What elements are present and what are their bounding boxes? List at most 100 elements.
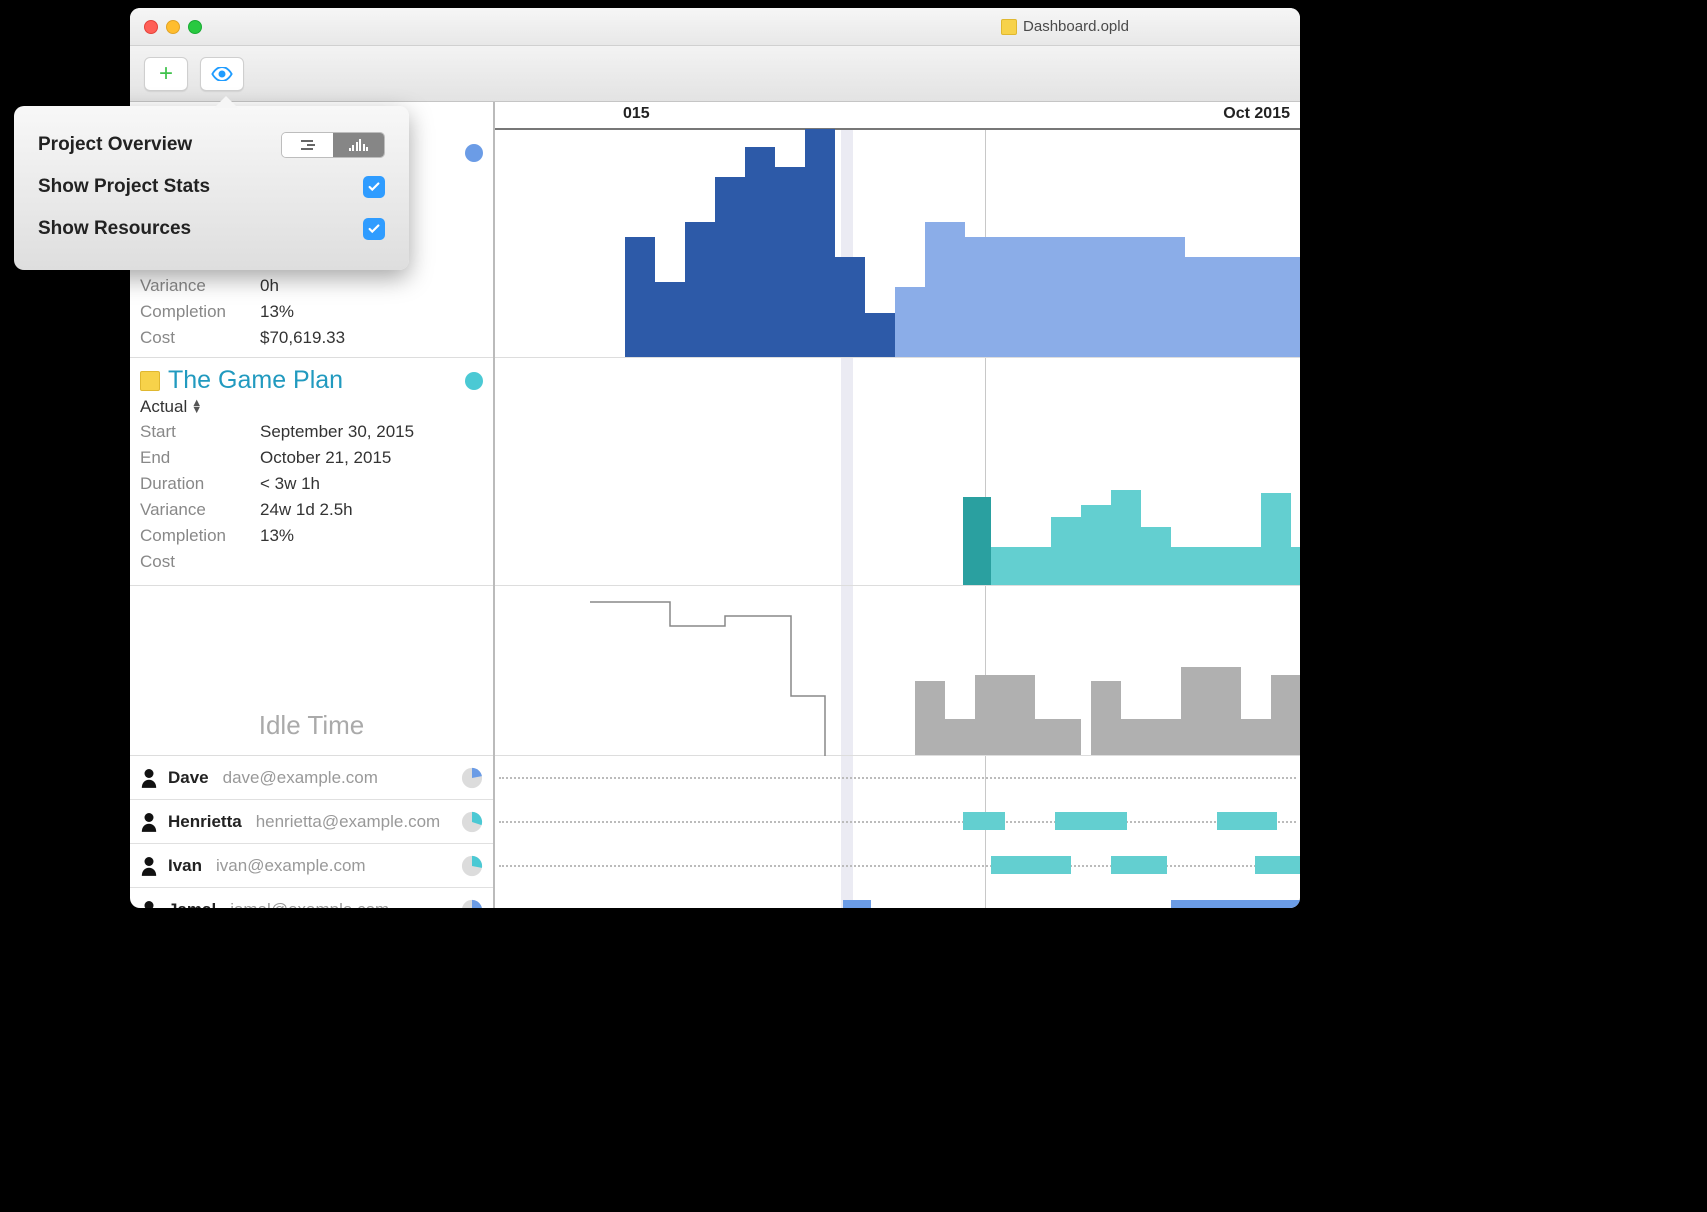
- mode-selector[interactable]: Actual ▲▼: [140, 397, 485, 417]
- popover-row-overview: Project Overview: [38, 124, 385, 166]
- chart-project-2: [495, 358, 1300, 586]
- person-icon: [140, 768, 158, 788]
- window-controls: [144, 20, 202, 34]
- resource-name: Henrietta: [168, 812, 242, 832]
- assignment-segment: [1217, 812, 1277, 830]
- overview-label: Project Overview: [38, 134, 192, 156]
- assignment-segment: [1255, 856, 1300, 874]
- plus-icon: +: [159, 62, 173, 86]
- resource-name: Jamal: [168, 900, 216, 909]
- idle-bar: [1121, 719, 1181, 755]
- chart-bar: [963, 497, 991, 585]
- chart-bar: [965, 237, 1185, 357]
- project-color-dot-2: [465, 372, 483, 390]
- chart-bar: [715, 177, 745, 357]
- person-icon: [140, 812, 158, 832]
- stat-row: Variance0h: [140, 273, 485, 299]
- utilization-pie-icon: [461, 811, 483, 833]
- show-resources-checkbox[interactable]: [363, 218, 385, 240]
- assignment-segment: [1055, 812, 1127, 830]
- idle-time-label: Idle Time: [259, 710, 365, 741]
- resource-row[interactable]: Dave dave@example.com: [130, 756, 493, 800]
- histogram-mode-button[interactable]: [333, 133, 384, 157]
- view-popover: Project Overview Show Project Stats Show…: [14, 106, 409, 270]
- stat-row: Completion13%: [140, 299, 485, 325]
- check-icon: [367, 222, 381, 236]
- popover-row-resources: Show Resources: [38, 208, 385, 250]
- assignment-segment: [963, 812, 1005, 830]
- chart-bar: [685, 222, 715, 357]
- stat-row: Duration< 3w 1h: [140, 471, 485, 497]
- idle-bar: [1271, 675, 1300, 755]
- idle-bar: [915, 681, 945, 755]
- document-title: Dashboard.opld: [130, 18, 1300, 35]
- check-icon: [367, 180, 381, 194]
- resource-name: Ivan: [168, 856, 202, 876]
- project-color-dot-1: [465, 144, 483, 162]
- zoom-window-button[interactable]: [188, 20, 202, 34]
- chart-bar: [1261, 493, 1291, 585]
- chart-bar: [1111, 490, 1141, 585]
- chart-bar: [1231, 547, 1261, 585]
- resource-email: ivan@example.com: [216, 856, 366, 876]
- right-column: [495, 102, 1300, 908]
- show-resources-label: Show Resources: [38, 218, 191, 240]
- person-icon: [140, 900, 158, 909]
- chart-bar: [1171, 547, 1231, 585]
- chart-idle: [495, 586, 1300, 756]
- track-baseline: [499, 777, 1296, 779]
- close-window-button[interactable]: [144, 20, 158, 34]
- eye-icon: [211, 67, 233, 81]
- resource-track: [495, 888, 1300, 908]
- track-baseline: [499, 821, 1296, 823]
- utilization-pie-icon: [461, 855, 483, 877]
- stat-row: Completion13%: [140, 523, 485, 549]
- chart-bar: [1141, 527, 1171, 585]
- view-button[interactable]: [200, 57, 244, 91]
- chart-bar: [745, 147, 775, 357]
- stat-row: EndOctober 21, 2015: [140, 445, 485, 471]
- resource-email: henrietta@example.com: [256, 812, 441, 832]
- assignment-segment: [1171, 900, 1300, 908]
- chart-bar: [865, 313, 895, 357]
- chevron-up-down-icon: ▲▼: [191, 400, 202, 414]
- toolbar: +: [130, 46, 1300, 102]
- assignment-segment: [1111, 856, 1167, 874]
- chart-bar: [775, 167, 805, 357]
- chart-bar: [805, 129, 835, 357]
- resource-track: [495, 756, 1300, 800]
- utilization-pie-icon: [461, 899, 483, 909]
- resource-email: dave@example.com: [223, 768, 378, 788]
- chart-bar: [925, 222, 965, 357]
- show-stats-label: Show Project Stats: [38, 176, 210, 198]
- idle-bar: [975, 675, 1035, 755]
- chart-project-1: [495, 130, 1300, 358]
- resource-row[interactable]: Ivan ivan@example.com: [130, 844, 493, 888]
- chart-bar: [1081, 505, 1111, 585]
- resource-track: [495, 800, 1300, 844]
- resource-row[interactable]: Jamal jamal@example.com: [130, 888, 493, 908]
- overview-mode-segmented[interactable]: [281, 132, 385, 158]
- gantt-icon: [301, 140, 315, 150]
- idle-bar: [945, 719, 975, 755]
- resource-track: [495, 844, 1300, 888]
- idle-block: Idle Time: [130, 586, 493, 756]
- project-title-2[interactable]: The Game Plan: [140, 366, 485, 395]
- chart-bar: [835, 257, 865, 357]
- resource-list: Dave dave@example.com Henrietta henriett…: [130, 756, 493, 908]
- stat-row: StartSeptember 30, 2015: [140, 419, 485, 445]
- resource-row[interactable]: Henrietta henrietta@example.com: [130, 800, 493, 844]
- gantt-mode-button[interactable]: [282, 133, 333, 157]
- show-stats-checkbox[interactable]: [363, 176, 385, 198]
- idle-bar: [1181, 667, 1241, 755]
- minimize-window-button[interactable]: [166, 20, 180, 34]
- add-button[interactable]: +: [144, 57, 188, 91]
- popover-row-stats: Show Project Stats: [38, 166, 385, 208]
- idle-bar: [1091, 681, 1121, 755]
- project-block-2: The Game Plan Actual ▲▼ StartSeptember 3…: [130, 358, 493, 586]
- histogram-icon: [349, 139, 369, 151]
- resource-name: Dave: [168, 768, 209, 788]
- resource-email: jamal@example.com: [230, 900, 389, 909]
- person-icon: [140, 856, 158, 876]
- document-title-text: Dashboard.opld: [1023, 18, 1129, 35]
